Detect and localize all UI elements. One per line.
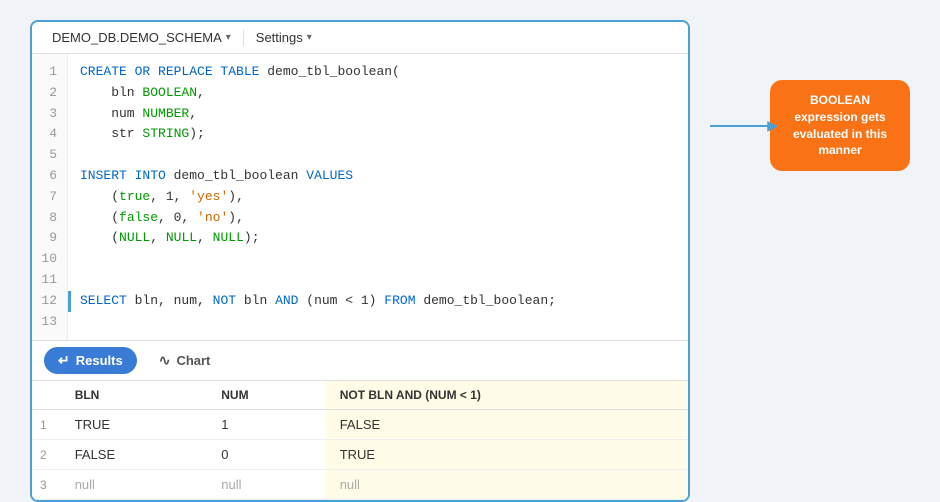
line-numbers: 12345 678910 111213 <box>32 54 68 340</box>
settings-selector[interactable]: Settings ▾ <box>248 28 320 47</box>
col-header-num: NUM <box>207 381 325 410</box>
db-schema-label: DEMO_DB.DEMO_SCHEMA <box>52 30 222 45</box>
code-line <box>80 249 676 270</box>
settings-label: Settings <box>256 30 303 45</box>
table-row: 3 null null null <box>32 470 688 500</box>
code-line: bln BOOLEAN, <box>80 83 676 104</box>
tab-chart[interactable]: ∿ Chart <box>145 347 225 374</box>
code-line: CREATE OR REPLACE TABLE demo_tbl_boolean… <box>80 62 676 83</box>
code-content[interactable]: CREATE OR REPLACE TABLE demo_tbl_boolean… <box>68 54 688 340</box>
chart-icon: ∿ <box>159 352 171 369</box>
code-line <box>80 312 676 333</box>
db-chevron-icon: ▾ <box>226 32 231 43</box>
cell-expr-3: null <box>326 470 688 500</box>
toolbar: DEMO_DB.DEMO_SCHEMA ▾ Settings ▾ <box>32 22 688 54</box>
settings-chevron-icon: ▾ <box>307 32 312 43</box>
cell-expr-2: TRUE <box>326 440 688 470</box>
cell-bln-1: TRUE <box>61 410 208 440</box>
code-line: INSERT INTO demo_tbl_boolean VALUES <box>80 166 676 187</box>
cell-bln-2: FALSE <box>61 440 208 470</box>
db-schema-selector[interactable]: DEMO_DB.DEMO_SCHEMA ▾ <box>44 28 239 47</box>
col-header-bln: BLN <box>61 381 208 410</box>
row-num-2: 2 <box>32 440 61 470</box>
table-header-row: BLN NUM NOT BLN AND (NUM < 1) <box>32 381 688 410</box>
row-num-1: 1 <box>32 410 61 440</box>
cell-expr-1: FALSE <box>326 410 688 440</box>
results-table-wrapper: BLN NUM NOT BLN AND (NUM < 1) 1 TRUE 1 F… <box>32 380 688 500</box>
annotation-arrow <box>710 125 770 127</box>
code-line-active: SELECT bln, num, NOT bln AND (num < 1) F… <box>80 291 676 312</box>
cell-num-1: 1 <box>207 410 325 440</box>
results-tab-label: Results <box>76 353 123 368</box>
code-line: num NUMBER, <box>80 104 676 125</box>
code-line <box>80 145 676 166</box>
annotation-box: BOOLEAN expression gets evaluated in thi… <box>770 80 910 171</box>
code-editor[interactable]: 12345 678910 111213 CREATE OR REPLACE TA… <box>32 54 688 340</box>
annotation-text: BOOLEAN expression gets evaluated in thi… <box>793 93 887 157</box>
code-line <box>80 270 676 291</box>
col-header-rownum <box>32 381 61 410</box>
cell-num-3: null <box>207 470 325 500</box>
cell-bln-3: null <box>61 470 208 500</box>
code-line: str STRING); <box>80 124 676 145</box>
toolbar-separator <box>243 30 244 46</box>
code-line: (false, 0, 'no'), <box>80 208 676 229</box>
results-icon: ↵ <box>58 352 70 369</box>
table-row: 1 TRUE 1 FALSE <box>32 410 688 440</box>
code-line: (true, 1, 'yes'), <box>80 187 676 208</box>
row-num-3: 3 <box>32 470 61 500</box>
annotation-area: BOOLEAN expression gets evaluated in thi… <box>710 80 910 171</box>
results-table: BLN NUM NOT BLN AND (NUM < 1) 1 TRUE 1 F… <box>32 381 688 500</box>
table-row: 2 FALSE 0 TRUE <box>32 440 688 470</box>
editor-panel: DEMO_DB.DEMO_SCHEMA ▾ Settings ▾ 12345 6… <box>30 20 690 502</box>
col-header-expr: NOT BLN AND (NUM < 1) <box>326 381 688 410</box>
code-line: (NULL, NULL, NULL); <box>80 228 676 249</box>
results-tabs: ↵ Results ∿ Chart <box>32 340 688 380</box>
chart-tab-label: Chart <box>176 353 210 368</box>
cell-num-2: 0 <box>207 440 325 470</box>
tab-results[interactable]: ↵ Results <box>44 347 137 374</box>
